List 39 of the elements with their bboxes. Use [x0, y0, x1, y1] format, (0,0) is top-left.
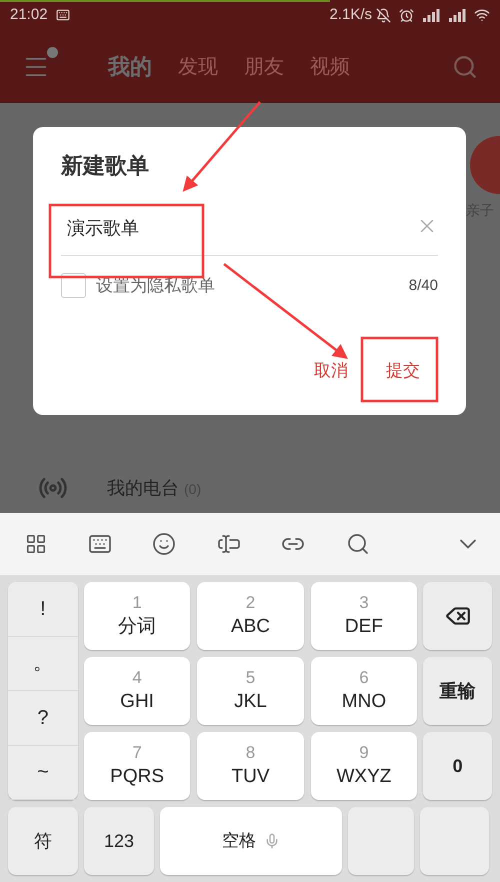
alarm-icon — [399, 8, 414, 22]
grid-icon[interactable] — [25, 533, 47, 555]
network-speed: 2.1K/s — [329, 4, 372, 25]
smile-icon[interactable] — [152, 532, 176, 556]
symbol-key[interactable]: ? — [8, 691, 78, 746]
symbol-key[interactable]: 。 — [8, 636, 78, 691]
keyboard-key[interactable]: 7 PQRS — [84, 732, 190, 800]
keyboard-icon — [56, 8, 70, 22]
signal-icon — [422, 8, 440, 22]
keyboard-key[interactable]: 8 TUV — [197, 732, 304, 800]
symbol-key[interactable]: ! — [8, 582, 78, 636]
keyboard-key[interactable]: 0 — [423, 732, 492, 800]
text-cursor-icon[interactable] — [216, 532, 241, 556]
symbol-key[interactable]: ~ — [8, 746, 78, 800]
checkbox-label: 设置为隐私歌单 — [96, 275, 215, 297]
space-key[interactable]: 空格 — [160, 807, 342, 875]
signal-icon — [448, 8, 466, 22]
search-icon[interactable] — [346, 532, 370, 556]
keyboard-key[interactable]: 6 MNO — [310, 657, 418, 725]
status-time: 21:02 — [10, 4, 48, 25]
dialog-title: 新建歌单 — [61, 155, 150, 177]
backspace-key[interactable] — [423, 582, 492, 650]
bell-off-icon — [376, 8, 391, 22]
microphone-icon — [264, 833, 280, 849]
keyboard-key[interactable]: 3 DEF — [310, 582, 418, 650]
character-counter: 8/40 — [408, 276, 438, 296]
input-field[interactable]: 演示歌单 — [61, 215, 438, 256]
keyboard-key[interactable]: 123 — [84, 807, 154, 875]
dialog-button[interactable]: 提交 — [382, 354, 424, 387]
dialog-button[interactable]: 取消 — [310, 354, 352, 387]
keyboard-icon[interactable] — [88, 532, 112, 556]
keyboard-key[interactable]: 2 ABC — [197, 582, 304, 650]
keyboard-key[interactable]: 5 JKL — [197, 657, 304, 725]
keyboard-key[interactable]: 1 分词 — [84, 582, 190, 650]
wifi-icon — [474, 7, 490, 23]
keyboard-key[interactable]: 9 WXYZ — [310, 732, 418, 800]
keyboard-key[interactable]: 4 GHI — [84, 657, 190, 725]
keyboard-key[interactable]: 符 — [8, 807, 78, 875]
keyboard-key[interactable]: 重输 — [423, 657, 492, 725]
